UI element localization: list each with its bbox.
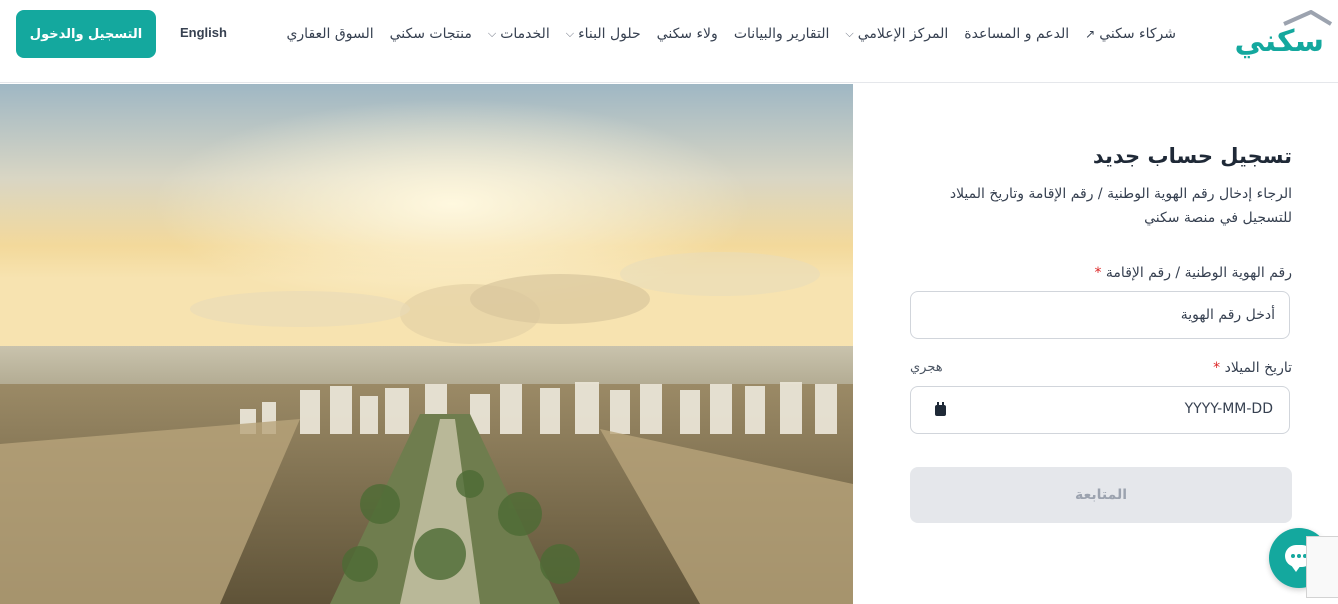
dob-field-label: تاريخ الميلاد * [1213,360,1292,376]
registration-panel: تسجيل حساب جديد الرجاء إدخال رقم الهوية … [853,84,1338,604]
nav-item-2[interactable]: منتجات سكني [382,26,480,42]
nav-item-label: الخدمات [500,26,550,42]
hijri-calendar-toggle[interactable]: هجري [910,360,943,375]
nav-item-label: حلول البناء [578,26,641,42]
nav-item-label: ولاء سكني [656,26,718,42]
main-nav: السوق العقاري منتجات سكني الخدمات ⌵ حلول الب… [278,22,1184,46]
hero-image [0,84,853,604]
login-register-button[interactable]: التسجيل والدخول [16,10,156,58]
site-header: سكني السوق العقاري منتجات سكني الخدمات ⌵ حلو… [0,0,1338,83]
id-label-text: رقم الهوية الوطنية / رقم الإقامة [1105,265,1292,281]
nav-item-label: المركز الإعلامي [857,26,949,42]
nav-item-5[interactable]: ولاء سكني [649,26,726,42]
nav-item-label: السوق العقاري [286,26,374,42]
nav-item-label: منتجات سكني [389,26,472,42]
birth-date-input[interactable]: YYYY-MM-DD [910,386,1290,434]
nav-item-label: الدعم و المساعدة [964,26,1070,42]
calendar-icon[interactable] [935,402,946,416]
id-number-input[interactable]: أدخل رقم الهوية [910,291,1290,339]
language-switch[interactable]: English [180,25,227,40]
nav-item-1[interactable]: السوق العقاري [278,26,381,42]
nav-item-4[interactable]: حلول البناء ⌵ [558,26,649,42]
dob-label-text: تاريخ الميلاد [1224,360,1292,376]
id-field-label: رقم الهوية الوطنية / رقم الإقامة * [1094,265,1292,281]
logo-text: سكني [1234,24,1324,59]
nav-item-6[interactable]: التقارير والبيانات [726,26,838,42]
sakani-logo[interactable]: سكني [1214,10,1332,62]
required-mark: * [1213,360,1221,376]
page-title: تسجيل حساب جديد [1092,144,1292,168]
nav-item-8[interactable]: الدعم و المساعدة [956,26,1077,42]
chevron-down-icon: ⌵ [487,27,497,40]
date-placeholder: YYYY-MM-DD [1184,401,1273,417]
nav-item-label: شركاء سكني [1099,26,1176,42]
nav-item-3[interactable]: الخدمات ⌵ [480,26,558,42]
id-input-placeholder: أدخل رقم الهوية [1180,307,1275,323]
nav-item-label: التقارير والبيانات [733,26,830,42]
chevron-down-icon: ⌵ [845,27,854,40]
recaptcha-badge[interactable] [1306,536,1338,598]
required-mark: * [1094,265,1102,281]
nav-item-7[interactable]: المركز الإعلامي ⌵ [837,26,956,42]
external-link-icon: ↗ [1085,27,1096,41]
continue-button[interactable]: المتابعة [910,467,1292,523]
chevron-down-icon: ⌵ [565,27,575,40]
nav-item-9[interactable]: شركاء سكني ↗ [1077,26,1184,42]
form-description: الرجاء إدخال رقم الهوية الوطنية / رقم ال… [949,186,1292,226]
